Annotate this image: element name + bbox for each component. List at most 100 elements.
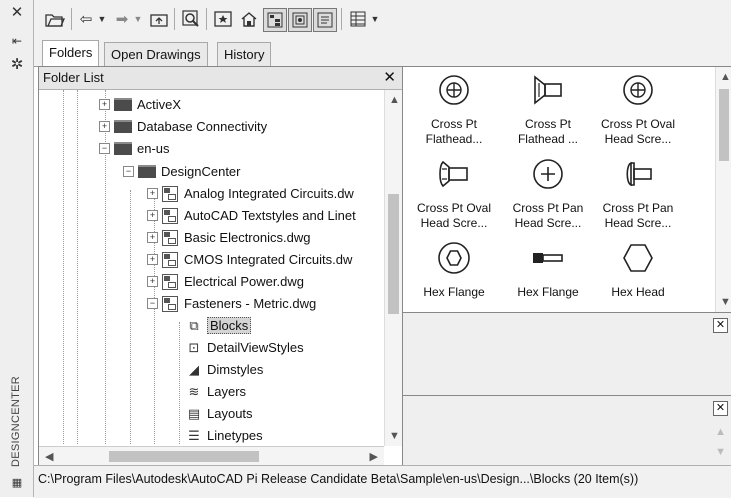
tree-item[interactable]: − en-us: [99, 138, 170, 159]
collapse-icon[interactable]: −: [99, 143, 110, 154]
expand-icon[interactable]: +: [147, 254, 158, 265]
tree-item-layouts[interactable]: ▤ Layouts: [185, 403, 253, 424]
cross-pt-flathead-top-icon: [439, 75, 469, 105]
status-bar: C:\Program Files\Autodesk\AutoCAD Pi Rel…: [34, 465, 731, 498]
content-vertical-scrollbar[interactable]: ▲ ▼: [715, 67, 731, 312]
drawing-file-icon: [162, 295, 178, 312]
description-panel: ✕ ▲ ▼: [402, 395, 731, 467]
dimstyles-icon: ◢: [189, 361, 199, 377]
cross-pt-flathead-side-icon: [534, 75, 562, 105]
cross-pt-pan-head-side-icon: [626, 161, 652, 187]
cross-pt-oval-head-top-icon: [623, 75, 653, 105]
tree-view-toggle-icon[interactable]: [263, 8, 287, 32]
dropdown-icon[interactable]: ▼: [132, 8, 144, 30]
content-item[interactable]: Cross Pt Flathead...: [407, 73, 501, 147]
collapse-icon[interactable]: −: [147, 298, 158, 309]
close-icon[interactable]: ✕: [713, 318, 728, 333]
tree-item[interactable]: + Electrical Power.dwg: [147, 271, 304, 292]
dropdown-icon[interactable]: ▼: [96, 8, 108, 30]
folder-list-title: Folder List: [43, 70, 104, 85]
palette-title: DESIGNCENTER: [10, 376, 22, 467]
collapse-icon[interactable]: −: [123, 166, 134, 177]
folder-tree: + ActiveX + Database Connectivity − en-u…: [39, 90, 384, 445]
scroll-down-icon[interactable]: ▼: [720, 296, 731, 308]
content-item[interactable]: Cross Pt Oval Head Scre...: [591, 73, 685, 147]
drawing-file-icon: [162, 251, 178, 268]
folder-list-vertical-scrollbar[interactable]: ▲ ▼: [384, 90, 402, 446]
expand-icon[interactable]: +: [99, 99, 110, 110]
content-item[interactable]: Hex Flange: [407, 241, 501, 300]
scroll-thumb[interactable]: [719, 89, 729, 161]
tree-item[interactable]: + AutoCAD Textstyles and Linet: [147, 205, 356, 226]
tab-open-drawings[interactable]: Open Drawings: [104, 42, 208, 66]
folder-list-horizontal-scrollbar[interactable]: ◀ ▶: [39, 446, 384, 466]
content-item[interactable]: Hex Flange: [501, 241, 595, 300]
scroll-up-icon[interactable]: ▲: [720, 71, 731, 83]
tab-bar: Folders Open Drawings History: [34, 38, 731, 67]
scroll-right-icon[interactable]: ▶: [370, 450, 378, 463]
drawing-file-icon: [162, 185, 178, 202]
tree-item-linetypes[interactable]: ☰ Linetypes: [185, 425, 262, 445]
detail-view-styles-icon: ⊡: [188, 339, 200, 355]
scroll-thumb[interactable]: [388, 194, 399, 314]
tab-folders[interactable]: Folders: [42, 40, 100, 66]
scroll-up-icon[interactable]: ▲: [715, 426, 726, 438]
drawing-file-icon: [162, 229, 178, 246]
scroll-up-icon[interactable]: ▲: [389, 94, 400, 106]
preview-toggle-icon[interactable]: [288, 8, 312, 32]
drawing-file-icon: [162, 273, 178, 290]
tree-item[interactable]: + CMOS Integrated Circuits.dw: [147, 249, 352, 270]
content-item[interactable]: Cross Pt Oval Head Scre...: [407, 157, 501, 231]
folder-list-header: Folder List ✕: [39, 67, 402, 90]
tree-item[interactable]: − DesignCenter: [123, 161, 241, 182]
content-item[interactable]: Hex Head: [591, 241, 685, 300]
close-icon[interactable]: ✕: [713, 401, 728, 416]
properties-icon[interactable]: ✲: [8, 56, 26, 74]
expand-icon[interactable]: +: [147, 210, 158, 221]
content-item[interactable]: Cross Pt Pan Head Scre...: [591, 157, 685, 231]
close-icon[interactable]: ✕: [383, 68, 396, 86]
scroll-down-icon[interactable]: ▼: [715, 446, 726, 458]
tree-item-blocks[interactable]: ⧉ Blocks: [185, 315, 252, 336]
tree-item-detail-view-styles[interactable]: ⊡ DetailViewStyles: [185, 337, 304, 358]
drawing-file-icon: [162, 207, 178, 224]
content-item[interactable]: Cross Pt Pan Head Scre...: [501, 157, 595, 231]
tree-item[interactable]: + Basic Electronics.dwg: [147, 227, 310, 248]
tree-item[interactable]: − Fasteners - Metric.dwg: [147, 293, 316, 314]
search-icon[interactable]: [180, 8, 202, 30]
expand-icon[interactable]: +: [147, 188, 158, 199]
tree-item[interactable]: + ActiveX: [99, 94, 181, 115]
views-icon[interactable]: [347, 8, 369, 30]
forward-icon[interactable]: ➡: [112, 8, 132, 30]
toolbar: ⇦ ▼ ➡ ▼ ▼: [34, 0, 731, 38]
up-icon[interactable]: [148, 8, 170, 30]
hex-flange-top-icon: [438, 242, 470, 274]
home-icon[interactable]: [238, 8, 260, 30]
content-area: Cross Pt Flathead... Cross Pt Flathead .…: [402, 66, 731, 313]
scroll-thumb[interactable]: [109, 451, 259, 462]
content-item[interactable]: Cross Pt Flathead ...: [501, 73, 595, 147]
tree-item-dimstyles[interactable]: ◢ Dimstyles: [185, 359, 263, 380]
tree-item-layers[interactable]: ≋ Layers: [185, 381, 246, 402]
scroll-left-icon[interactable]: ◀: [45, 450, 53, 463]
tab-history[interactable]: History: [217, 42, 272, 66]
cross-pt-oval-head-side-icon: [439, 160, 468, 188]
back-icon[interactable]: ⇦: [76, 8, 96, 30]
cross-pt-pan-head-top-icon: [533, 159, 563, 189]
expand-icon[interactable]: +: [99, 121, 110, 132]
expand-icon[interactable]: +: [147, 276, 158, 287]
palette-title-strip: ✕ ⇤ ✲ DESIGNCENTER ▦: [0, 0, 34, 497]
description-toggle-icon[interactable]: [313, 8, 337, 32]
tree-item[interactable]: + Analog Integrated Circuits.dw: [147, 183, 354, 204]
favorites-icon[interactable]: [212, 8, 234, 30]
folder-icon: [114, 142, 132, 155]
load-icon[interactable]: [44, 8, 66, 30]
dropdown-icon[interactable]: ▼: [369, 8, 381, 30]
scroll-down-icon[interactable]: ▼: [389, 430, 400, 442]
grip-icon[interactable]: ▦: [8, 474, 26, 492]
hex-flange-side-icon: [533, 253, 563, 263]
pin-icon[interactable]: ⇤: [8, 32, 26, 50]
close-icon[interactable]: ✕: [8, 4, 26, 22]
expand-icon[interactable]: +: [147, 232, 158, 243]
tree-item[interactable]: + Database Connectivity: [99, 116, 267, 137]
